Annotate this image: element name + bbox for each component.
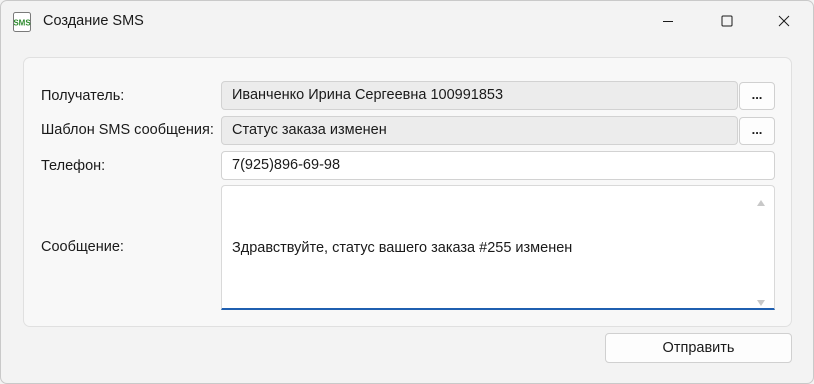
close-icon [778,15,790,27]
send-button[interactable]: Отправить [605,333,792,363]
template-browse-button[interactable]: ... [739,117,775,145]
message-textarea[interactable]: Здравствуйте, статус вашего заказа #255 … [221,185,775,310]
minimize-icon [662,15,674,27]
sms-dialog-window: SMS Создание SMS Получатель: Иванченко И… [0,0,814,384]
phone-label: Телефон: [41,158,106,174]
scroll-up-arrow-icon[interactable] [756,194,766,206]
maximize-icon [721,15,733,27]
message-text: Здравствуйте, статус вашего заказа #255 … [232,240,573,256]
sms-icon: SMS [12,12,32,32]
close-button[interactable] [761,1,807,41]
title-bar: SMS Создание SMS [1,1,813,43]
maximize-button[interactable] [704,1,750,41]
recipient-field[interactable]: Иванченко Ирина Сергеевна 100991853 [221,81,738,110]
sms-icon-text: SMS [13,19,31,28]
scroll-down-arrow-icon[interactable] [756,294,766,306]
recipient-browse-button[interactable]: ... [739,82,775,110]
window-title: Создание SMS [43,13,144,29]
minimize-button[interactable] [645,1,691,41]
template-label: Шаблон SMS сообщения: [41,122,214,138]
template-field[interactable]: Статус заказа изменен [221,116,738,145]
message-label: Сообщение: [41,239,124,255]
recipient-label: Получатель: [41,88,125,104]
phone-field[interactable]: 7(925)896-69-98 [221,151,775,180]
